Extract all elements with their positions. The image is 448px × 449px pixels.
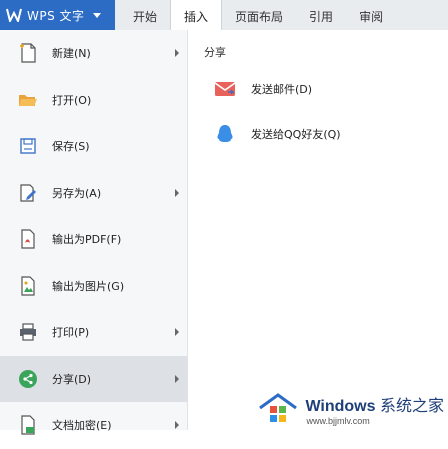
share-icon [18, 369, 38, 389]
menu-item-label: 打印(P) [52, 326, 90, 340]
file-menu: 新建(N) 打开(O) 保存(S) 另存为(A) 输出为PDF(F) 输出为图片… [0, 30, 188, 435]
chevron-right-icon [175, 421, 179, 430]
caret-down-icon [92, 12, 101, 18]
watermark-brand: Windows 系统之家 [305, 398, 444, 415]
menu-item-label: 新建(N) [52, 47, 91, 61]
menu-item-new[interactable]: 新建(N) [0, 30, 187, 77]
panel-title: 分享 [204, 46, 226, 59]
tab-insert[interactable]: 插入 [170, 0, 223, 31]
print-icon [18, 322, 38, 342]
menu-item-export-image[interactable]: 输出为图片(G) [0, 263, 187, 310]
menu-item-export-pdf[interactable]: 输出为PDF(F) [0, 216, 187, 263]
menu-item-save[interactable]: 保存(S) [0, 123, 187, 170]
menu-item-label: 另存为(A) [52, 186, 102, 200]
menu-item-encrypt[interactable]: 文档加密(E) [0, 402, 187, 449]
tab-home[interactable]: 开始 [120, 0, 170, 30]
mail-icon [214, 78, 236, 100]
chevron-right-icon [175, 49, 179, 58]
save-icon [18, 136, 38, 156]
menu-item-print[interactable]: 打印(P) [0, 309, 187, 356]
menu-item-save-as[interactable]: 另存为(A) [0, 170, 187, 217]
ribbon-bar: WPS 文字 开始 插入 页面布局 引用 审阅 [0, 0, 448, 31]
watermark: Windows 系统之家 www.bjjmlv.com [257, 392, 444, 426]
tab-review[interactable]: 审阅 [346, 0, 396, 30]
share-panel: 分享 发送邮件(D) 发送给QQ好友(Q) [188, 30, 448, 430]
menu-item-label: 输出为图片(G) [52, 279, 125, 293]
menu-item-open[interactable]: 打开(O) [0, 77, 187, 124]
encrypt-icon [18, 415, 38, 435]
tab-page-layout[interactable]: 页面布局 [222, 0, 296, 30]
folder-open-icon [18, 90, 38, 110]
menu-item-label: 文档加密(E) [52, 419, 112, 433]
qq-icon [214, 123, 236, 145]
chevron-right-icon [175, 188, 179, 197]
menu-item-label: 打开(O) [52, 93, 92, 107]
windows-house-logo-icon [259, 393, 298, 422]
wps-logo-icon [6, 8, 22, 22]
chevron-right-icon [175, 374, 179, 383]
send-mail-label: 发送邮件(D) [251, 83, 313, 96]
save-as-icon [18, 183, 38, 203]
export-image-icon [18, 276, 38, 296]
ribbon-tabs: 开始 插入 页面布局 引用 审阅 [120, 0, 396, 31]
menu-item-label: 分享(D) [52, 372, 92, 386]
menu-item-share[interactable]: 分享(D) [0, 355, 187, 402]
new-document-icon [18, 43, 38, 63]
menu-item-label: 保存(S) [52, 140, 90, 154]
wps-menu-label: WPS 文字 [27, 8, 85, 23]
menu-item-label: 输出为PDF(F) [52, 233, 122, 247]
chevron-right-icon [175, 328, 179, 337]
tab-references[interactable]: 引用 [296, 0, 346, 30]
send-qq-label: 发送给QQ好友(Q) [251, 128, 341, 141]
send-qq-item[interactable]: 发送给QQ好友(Q) [214, 123, 341, 145]
wps-menu-button[interactable]: WPS 文字 [0, 0, 115, 30]
watermark-url: www.bjjmlv.com [306, 416, 370, 426]
send-mail-item[interactable]: 发送邮件(D) [214, 78, 312, 100]
export-pdf-icon [18, 229, 38, 249]
